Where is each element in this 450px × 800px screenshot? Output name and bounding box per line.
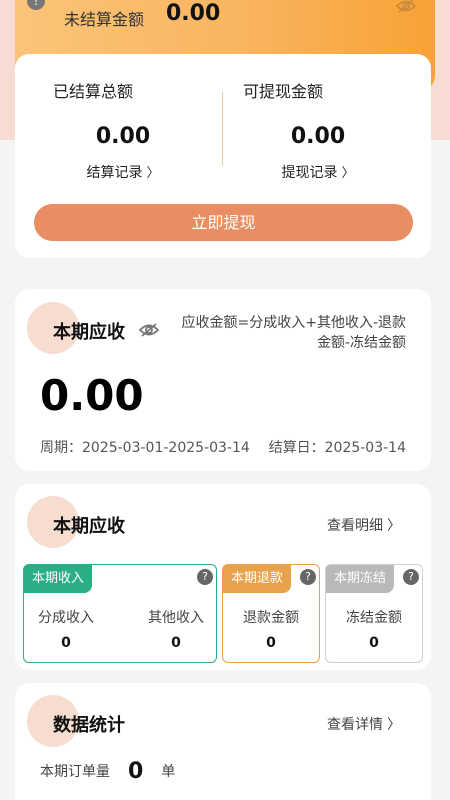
settled-total-value: 0.00: [95, 124, 151, 149]
frozen-item: 冻结金额 0: [334, 607, 414, 651]
eye-off-icon[interactable]: [395, 0, 417, 14]
withdrawable-value: 0.00: [290, 124, 346, 149]
receivable-amount: 0.00: [40, 371, 144, 420]
settled-total-label: 已结算总额: [53, 82, 134, 101]
view-more-label: 查看详情: [327, 717, 383, 733]
frozen-value: 0: [369, 635, 379, 651]
stats-card: 数据统计 查看详情〉 本期订单量 0 单: [15, 683, 431, 800]
settled-total-section: 已结算总额 0.00 结算记录〉: [15, 54, 205, 204]
frozen-tag: 本期冻结: [326, 565, 395, 593]
orders-label: 本期订单量: [40, 764, 110, 780]
withdrawable-label: 可提现金额: [243, 82, 324, 101]
receivable-detail-card: 本期应收 查看明细〉 本期收入 ? 分成收入 0 其他收入 0 本期退款 ? 退…: [15, 484, 431, 670]
settle-record-label: 结算记录: [86, 165, 143, 181]
help-icon[interactable]: ?: [403, 569, 419, 585]
orders-row: 本期订单量 0 单: [40, 759, 175, 784]
current-receivable-card: 本期应收 应收金额=分成收入+其他收入-退款 金额-冻结金额 0.00 周期：2…: [15, 289, 431, 471]
other-income-value: 0: [171, 635, 181, 651]
settle-record-link[interactable]: 结算记录〉: [28, 162, 218, 182]
refund-box: 本期退款 ? 退款金额 0: [222, 564, 320, 663]
help-icon[interactable]: ?: [300, 569, 316, 585]
receivable-detail-title: 本期应收: [53, 516, 125, 537]
orders-value: 0: [128, 759, 144, 784]
receivable-formula: 应收金额=分成收入+其他收入-退款 金额-冻结金额: [166, 313, 406, 353]
period-label: 周期：2025-03-01-2025-03-14: [40, 440, 250, 456]
chevron-right-icon: 〉: [341, 166, 355, 181]
income-box: 本期收入 ? 分成收入 0 其他收入 0: [23, 564, 217, 663]
frozen-box: 本期冻结 ? 冻结金额 0: [325, 564, 423, 663]
share-income-value: 0: [61, 635, 71, 651]
settle-date-label: 结算日：2025-03-14: [268, 440, 406, 456]
other-income-label: 其他收入: [148, 610, 204, 626]
stats-title: 数据统计: [53, 715, 125, 736]
income-tag: 本期收入: [24, 565, 93, 593]
chevron-right-icon: 〉: [146, 166, 160, 181]
unsettled-value: 0.00: [166, 1, 221, 26]
chevron-right-icon: 〉: [387, 717, 401, 733]
view-detail-link[interactable]: 查看明细〉: [327, 515, 401, 535]
withdraw-record-link[interactable]: 提现记录〉: [223, 162, 413, 182]
frozen-label: 冻结金额: [346, 610, 402, 626]
share-income-label: 分成收入: [38, 610, 94, 626]
orders-unit: 单: [161, 764, 176, 780]
view-more-link[interactable]: 查看详情〉: [327, 714, 401, 734]
refund-value: 0: [266, 635, 276, 651]
formula-line-2: 金额-冻结金额: [316, 335, 406, 351]
withdrawable-section: 可提现金额 0.00 提现记录〉: [223, 54, 413, 204]
chevron-right-icon: 〉: [387, 518, 401, 534]
formula-line-1: 应收金额=分成收入+其他收入-退款: [181, 315, 406, 331]
period-row: 周期：2025-03-01-2025-03-14 结算日：2025-03-14: [40, 437, 406, 457]
refund-label: 退款金额: [243, 610, 299, 626]
help-icon[interactable]: ?: [197, 569, 213, 585]
settlement-card: 已结算总额 0.00 结算记录〉 可提现金额 0.00 提现记录〉 立即提现: [15, 54, 431, 258]
eye-off-icon[interactable]: [138, 322, 160, 338]
withdraw-now-button[interactable]: 立即提现: [34, 204, 413, 241]
info-icon[interactable]: !: [27, 0, 45, 10]
withdraw-record-label: 提现记录: [281, 165, 338, 181]
refund-item: 退款金额 0: [231, 607, 311, 651]
refund-tag: 本期退款: [223, 565, 292, 593]
view-detail-label: 查看明细: [327, 518, 383, 534]
share-income-item: 分成收入 0: [36, 607, 96, 651]
other-income-item: 其他收入 0: [146, 607, 206, 651]
current-receivable-title: 本期应收: [53, 322, 125, 343]
unsettled-label: 未结算金额: [64, 10, 145, 29]
